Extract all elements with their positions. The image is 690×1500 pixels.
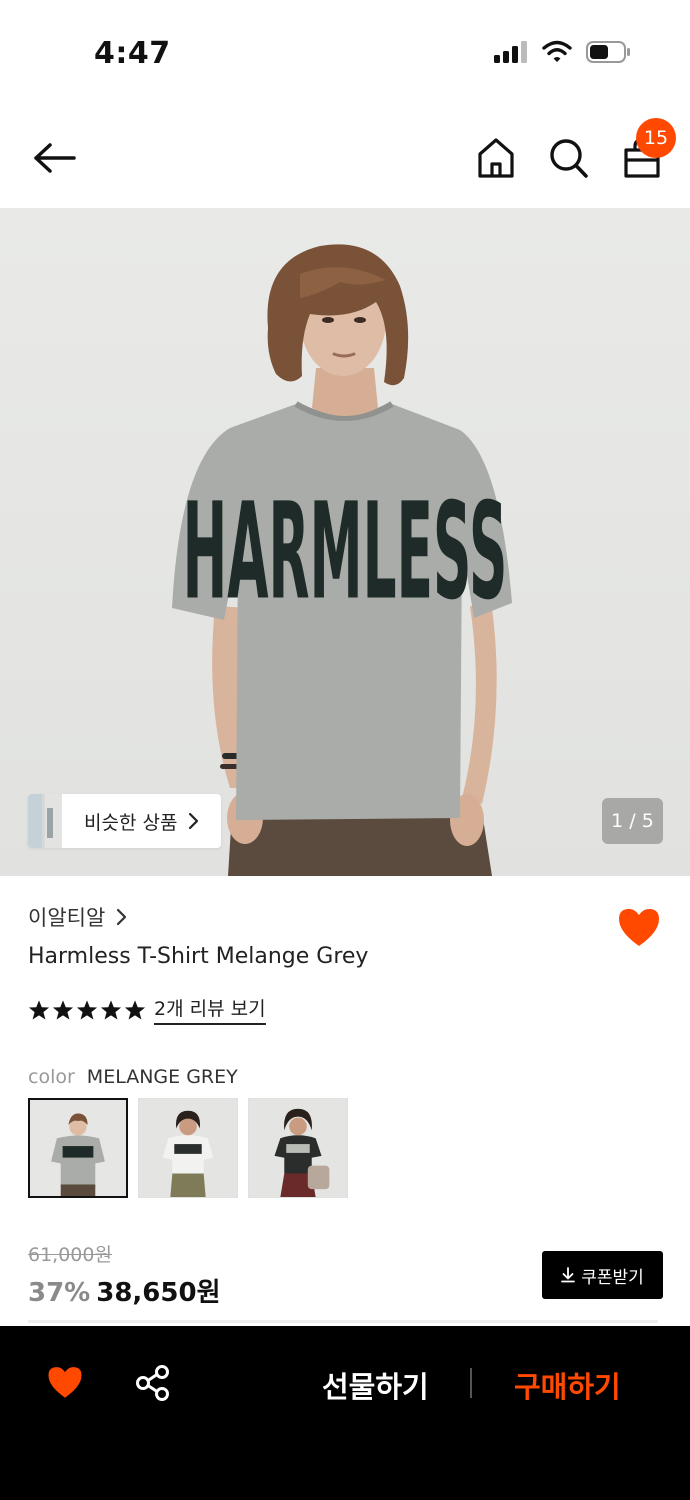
product-photo: HARMLESS: [0, 208, 690, 876]
coupon-button[interactable]: 쿠폰받기: [542, 1251, 663, 1299]
status-icons: [494, 40, 632, 64]
shirt-print-text: HARMLESS: [183, 474, 508, 629]
back-button[interactable]: [30, 138, 80, 178]
chevron-right-icon: [117, 908, 127, 926]
original-price: 61,000원: [28, 1244, 112, 1266]
color-value: MELANGE GREY: [86, 1066, 238, 1088]
rating-stars: [28, 999, 146, 1021]
star-icon: [100, 999, 122, 1019]
star-icon: [124, 999, 146, 1019]
bottom-action-bar: 선물하기 구매하기: [0, 1326, 690, 1500]
swatch-melange-grey[interactable]: [28, 1098, 128, 1198]
home-button[interactable]: [476, 136, 516, 180]
home-icon: [478, 138, 514, 178]
battery-icon: [586, 41, 630, 63]
cart-count-badge: 15: [636, 118, 676, 158]
buy-button[interactable]: 구매하기: [514, 1364, 621, 1406]
search-button[interactable]: [548, 136, 590, 180]
color-row: color MELANGE GREY: [28, 1066, 238, 1088]
brand-link[interactable]: 이알티알: [28, 902, 127, 932]
swatch-melange-grey-image: [30, 1100, 126, 1196]
wifi-icon: [542, 40, 572, 62]
product-image[interactable]: HARMLESS 비슷한 상품 1 / 5: [0, 208, 690, 876]
swatch-black[interactable]: [248, 1098, 348, 1198]
product-title: Harmless T-Shirt Melange Grey: [28, 944, 369, 969]
divider: [28, 1320, 658, 1323]
rating-row: 2개 리뷰 보기: [28, 994, 266, 1025]
gift-button[interactable]: 선물하기: [322, 1364, 429, 1406]
star-icon: [76, 999, 98, 1019]
app-header: 15: [0, 110, 690, 208]
discount-rate: 37%: [28, 1278, 91, 1308]
heart-icon: [619, 909, 659, 946]
share-icon: [136, 1365, 169, 1401]
coupon-label: 쿠폰받기: [581, 1267, 644, 1288]
share-button[interactable]: [134, 1364, 172, 1402]
brand-name: 이알티알: [28, 906, 106, 930]
status-time: 4:47: [94, 36, 171, 71]
swatch-white-image: [139, 1099, 237, 1197]
heart-icon: [48, 1367, 82, 1398]
bottom-bar-separator: [470, 1368, 472, 1398]
cellular-signal-icon: [494, 41, 527, 63]
arrow-left-icon: [34, 143, 76, 173]
like-button[interactable]: [616, 906, 662, 948]
similar-products-label: 비슷한 상품: [84, 811, 178, 834]
search-icon: [550, 139, 588, 178]
chevron-right-icon: [189, 812, 199, 830]
status-bar: 4:47: [0, 0, 690, 110]
color-label: color: [28, 1066, 75, 1088]
similar-products-button[interactable]: 비슷한 상품: [28, 794, 221, 848]
star-icon: [52, 999, 74, 1019]
swatch-white[interactable]: [138, 1098, 238, 1198]
color-swatches: [28, 1098, 348, 1198]
sale-price: 38,650원: [96, 1278, 221, 1308]
bottom-like-button[interactable]: [46, 1364, 84, 1400]
review-link[interactable]: 2개 리뷰 보기: [154, 994, 266, 1025]
star-icon: [28, 999, 50, 1019]
similar-products-thumbnails: [28, 794, 62, 848]
swatch-black-image: [249, 1099, 347, 1197]
download-icon: [561, 1267, 576, 1283]
image-pager: 1 / 5: [602, 798, 663, 844]
price-row: 37% 38,650원: [28, 1272, 221, 1309]
